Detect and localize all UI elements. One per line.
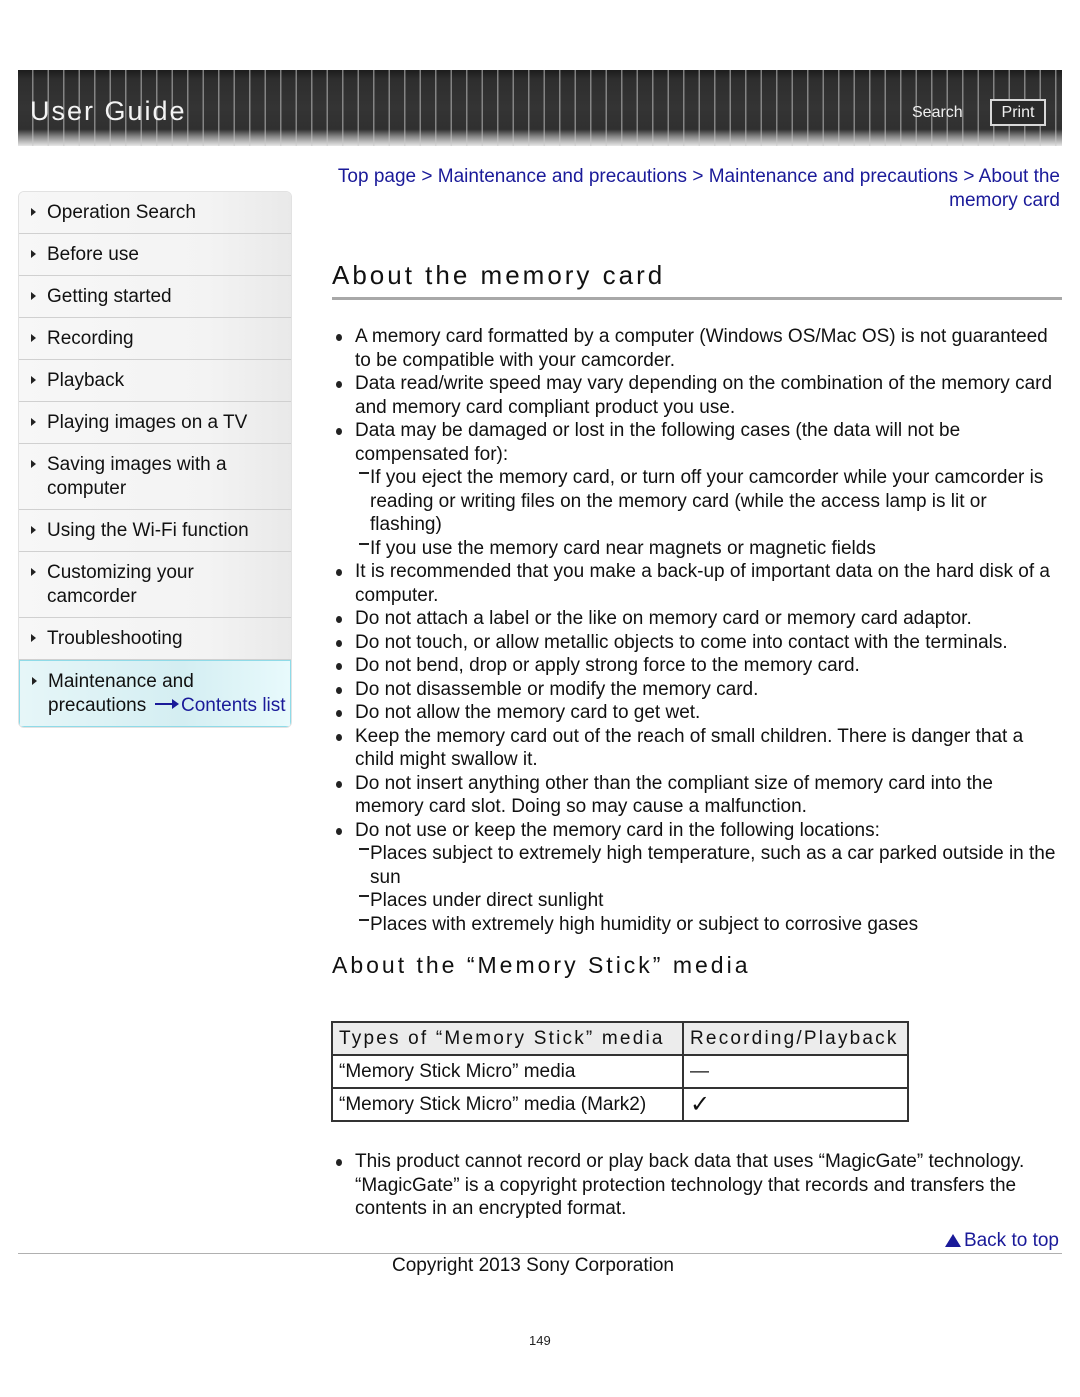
- footer-divider: [18, 1253, 1062, 1254]
- triangle-right-icon: [31, 334, 36, 342]
- sidebar-item-operation-search[interactable]: Operation Search: [19, 192, 291, 234]
- triangle-up-icon: [944, 1234, 961, 1247]
- back-to-top-label: Back to top: [963, 1230, 1059, 1251]
- sidebar-item-label: Customizing your camcorder: [47, 562, 194, 607]
- list-item: Do not use or keep the memory card in th…: [332, 819, 1062, 843]
- triangle-right-icon: [31, 376, 36, 384]
- arrow-right-icon: [155, 698, 179, 709]
- sidebar-item-customizing[interactable]: Customizing your camcorder: [19, 552, 291, 618]
- sub-list-item: Places with extremely high humidity or s…: [332, 913, 1062, 937]
- list-item: Do not bend, drop or apply strong force …: [332, 654, 1062, 678]
- title-divider: [332, 297, 1062, 300]
- list-item: Do not insert anything other than the co…: [332, 772, 1062, 819]
- sidebar-item-saving-images[interactable]: Saving images with a computer: [19, 444, 291, 510]
- list-item: Data may be damaged or lost in the follo…: [332, 419, 1062, 466]
- header-bar: User Guide Search Print: [18, 70, 1062, 146]
- sidebar-item-label: Playback: [47, 370, 125, 391]
- page-number: 149: [529, 1333, 551, 1348]
- breadcrumb: Top page > Maintenance and precautions >…: [332, 165, 1060, 213]
- breadcrumb-separator: >: [692, 166, 704, 187]
- triangle-right-icon: [32, 677, 37, 685]
- triangle-right-icon: [31, 460, 36, 468]
- list-item: This product cannot record or play back …: [332, 1150, 1062, 1221]
- sidebar-item-wifi-function[interactable]: Using the Wi-Fi function: [19, 510, 291, 552]
- triangle-right-icon: [31, 634, 36, 642]
- sub-list-item: If you eject the memory card, or turn of…: [332, 466, 1062, 537]
- sidebar-item-label: Before use: [47, 244, 139, 265]
- list-item: Do not allow the memory card to get wet.: [332, 701, 1062, 725]
- search-link[interactable]: Search: [912, 104, 963, 122]
- sub-list-item: Places under direct sunlight: [332, 889, 1062, 913]
- table-header: Types of “Memory Stick” media: [331, 1021, 684, 1056]
- sub-list-item: If you use the memory card near magnets …: [332, 537, 1062, 561]
- table-row: “Memory Stick Micro” media (Mark2) ✓: [331, 1087, 909, 1122]
- sidebar-item-getting-started[interactable]: Getting started: [19, 276, 291, 318]
- breadcrumb-top-page[interactable]: Top page: [338, 166, 416, 187]
- triangle-right-icon: [31, 526, 36, 534]
- sidebar-item-label: Using the Wi-Fi function: [47, 520, 249, 541]
- breadcrumb-separator: >: [421, 166, 433, 187]
- breadcrumb-maintenance-1[interactable]: Maintenance and precautions: [438, 166, 687, 187]
- sidebar-nav: Operation Search Before use Getting star…: [18, 191, 292, 728]
- breadcrumb-separator: >: [963, 166, 975, 187]
- triangle-right-icon: [31, 208, 36, 216]
- list-item: Do not touch, or allow metallic objects …: [332, 631, 1062, 655]
- sidebar-item-label: Troubleshooting: [47, 628, 183, 649]
- magicgate-note: This product cannot record or play back …: [332, 1150, 1062, 1221]
- table-cell: “Memory Stick Micro” media: [331, 1054, 684, 1089]
- sidebar-item-recording[interactable]: Recording: [19, 318, 291, 360]
- sidebar-item-label: Saving images with a computer: [47, 454, 227, 499]
- sidebar-item-troubleshooting[interactable]: Troubleshooting: [19, 618, 291, 660]
- table-cell: ✓: [682, 1087, 909, 1122]
- list-item: Do not disassemble or modify the memory …: [332, 678, 1062, 702]
- sidebar-item-label: Recording: [47, 328, 134, 349]
- app-title: User Guide: [30, 96, 187, 126]
- table-cell: “Memory Stick Micro” media (Mark2): [331, 1087, 684, 1122]
- table-header-row: Types of “Memory Stick” media Recording/…: [331, 1021, 909, 1056]
- sidebar-item-label: Playing images on a TV: [47, 412, 248, 433]
- back-to-top-link[interactable]: Back to top: [944, 1230, 1059, 1252]
- contents-list-label: Contents list: [181, 695, 286, 716]
- triangle-right-icon: [31, 250, 36, 258]
- page-title: About the memory card: [332, 260, 666, 290]
- triangle-right-icon: [31, 292, 36, 300]
- sidebar-item-playback[interactable]: Playback: [19, 360, 291, 402]
- sub-list-item: Places subject to extremely high tempera…: [332, 842, 1062, 889]
- sidebar-item-before-use[interactable]: Before use: [19, 234, 291, 276]
- sidebar-item-label: Getting started: [47, 286, 172, 307]
- memory-stick-table: Types of “Memory Stick” media Recording/…: [331, 1021, 909, 1122]
- list-item: A memory card formatted by a computer (W…: [332, 325, 1062, 372]
- triangle-right-icon: [31, 418, 36, 426]
- sidebar-item-label: Operation Search: [47, 202, 196, 223]
- triangle-right-icon: [31, 568, 36, 576]
- breadcrumb-maintenance-2[interactable]: Maintenance and precautions: [709, 166, 958, 187]
- contents-list-link[interactable]: Contents list: [155, 695, 286, 717]
- copyright-text: Copyright 2013 Sony Corporation: [392, 1255, 675, 1276]
- list-item: Do not attach a label or the like on mem…: [332, 607, 1062, 631]
- print-button[interactable]: Print: [990, 99, 1046, 126]
- section-title: About the “Memory Stick” media: [332, 952, 751, 978]
- table-row: “Memory Stick Micro” media —: [331, 1054, 909, 1089]
- list-item: It is recommended that you make a back-u…: [332, 560, 1062, 607]
- list-item: Keep the memory card out of the reach of…: [332, 725, 1062, 772]
- table-header: Recording/Playback: [682, 1021, 909, 1056]
- list-item: Data read/write speed may vary depending…: [332, 372, 1062, 419]
- table-cell: —: [682, 1054, 909, 1089]
- sidebar-item-playing-images-tv[interactable]: Playing images on a TV: [19, 402, 291, 444]
- precautions-list: A memory card formatted by a computer (W…: [332, 325, 1062, 936]
